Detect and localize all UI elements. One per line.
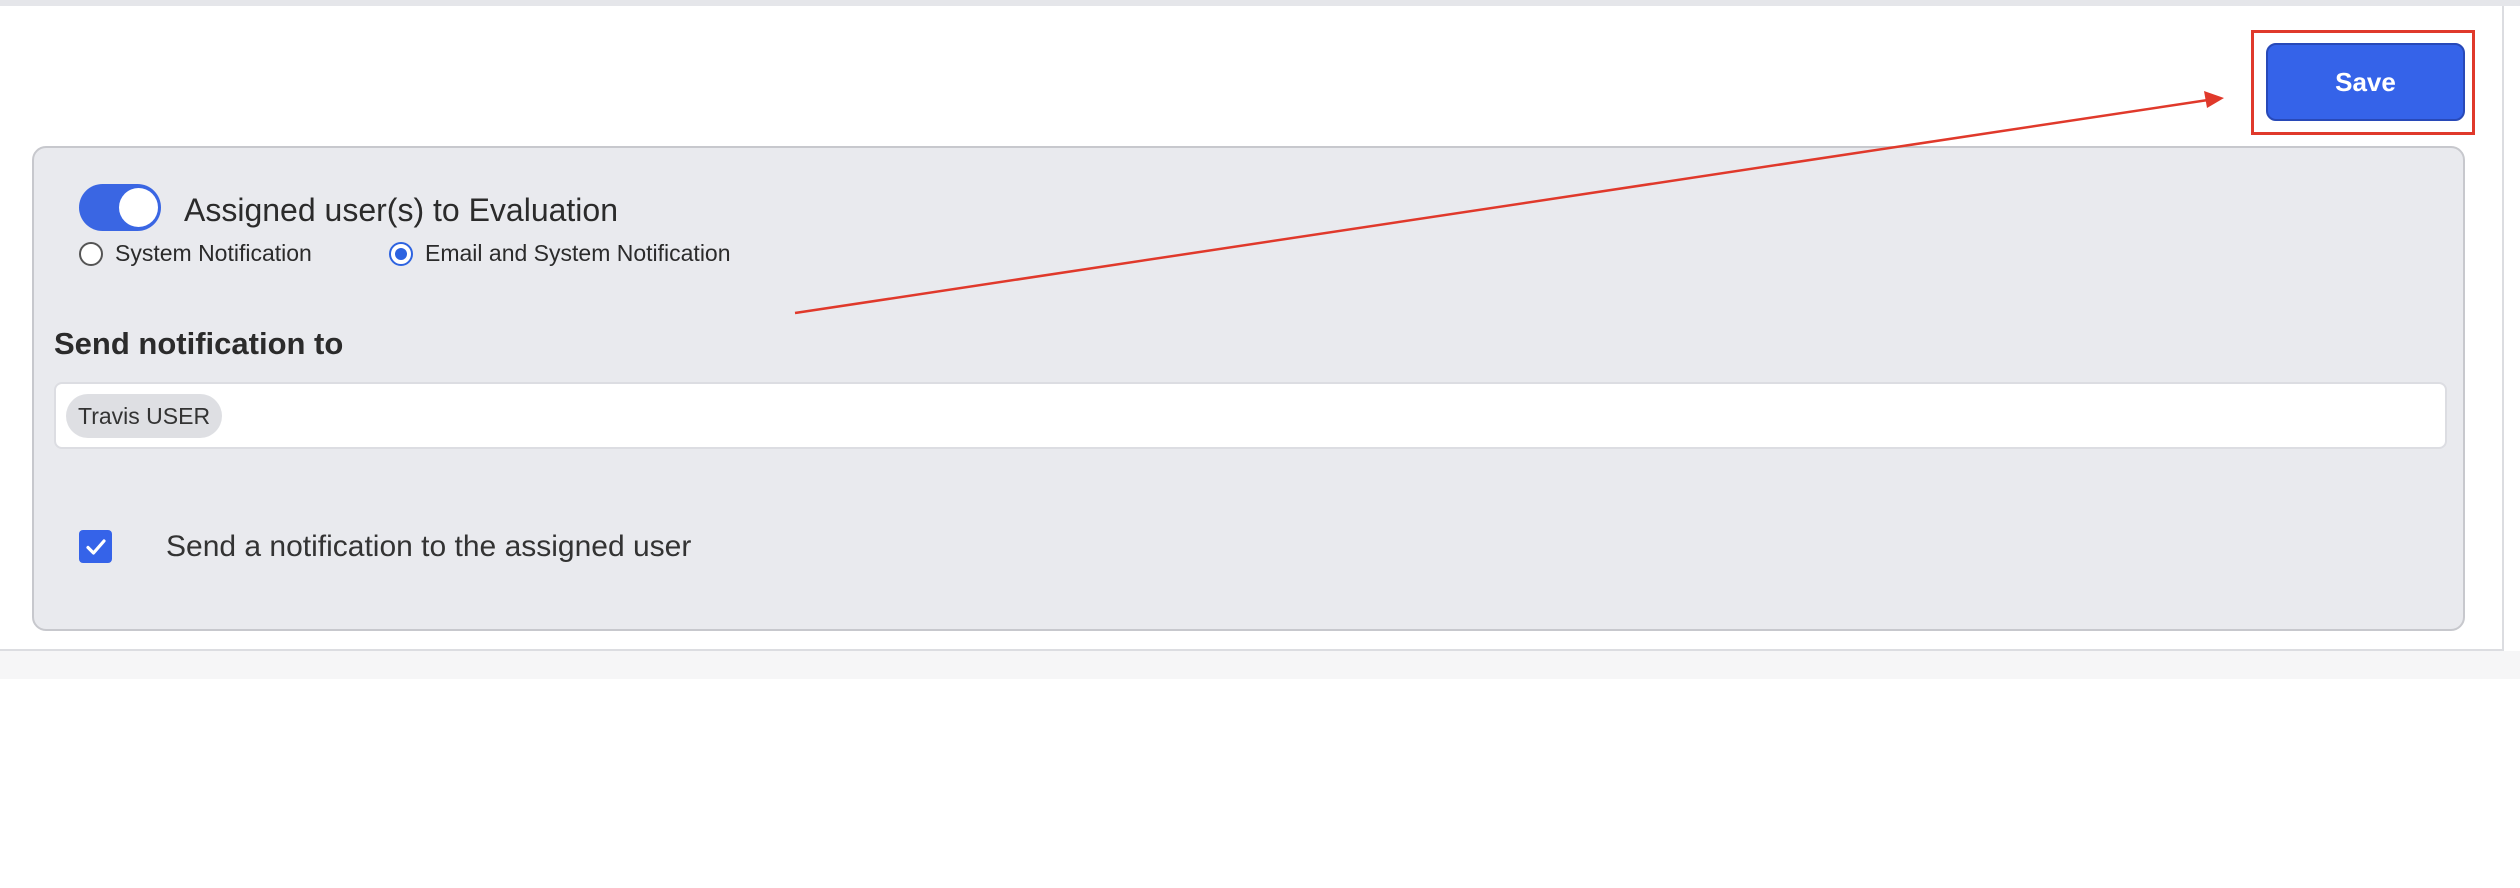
page-footer-band bbox=[0, 651, 2520, 679]
assigned-users-toggle[interactable] bbox=[79, 184, 161, 231]
check-icon bbox=[85, 538, 106, 555]
recipient-chip[interactable]: Travis USER bbox=[66, 394, 223, 438]
radio-system-notification[interactable]: System Notification bbox=[79, 240, 312, 267]
assigned-user-checkbox-label: Send a notification to the assigned user bbox=[166, 530, 692, 563]
radio-email-and-system-notification[interactable]: Email and System Notification bbox=[389, 240, 731, 267]
radio-label: Email and System Notification bbox=[425, 240, 731, 266]
send-notification-heading: Send notification to bbox=[54, 326, 344, 361]
radio-circle-unselected bbox=[79, 241, 103, 266]
settings-card: Save Assigned user(s) to Evaluation Syst… bbox=[0, 6, 2504, 651]
toggle-label: Assigned user(s) to Evaluation bbox=[184, 192, 618, 228]
notification-panel: Assigned user(s) to Evaluation System No… bbox=[32, 146, 2465, 631]
assigned-user-checkbox[interactable] bbox=[79, 530, 112, 563]
save-button[interactable]: Save bbox=[2266, 43, 2465, 121]
recipients-input[interactable]: Travis USER bbox=[54, 382, 2447, 449]
radio-label: System Notification bbox=[115, 240, 312, 266]
radio-circle-selected bbox=[389, 241, 413, 266]
toggle-knob bbox=[119, 188, 158, 227]
